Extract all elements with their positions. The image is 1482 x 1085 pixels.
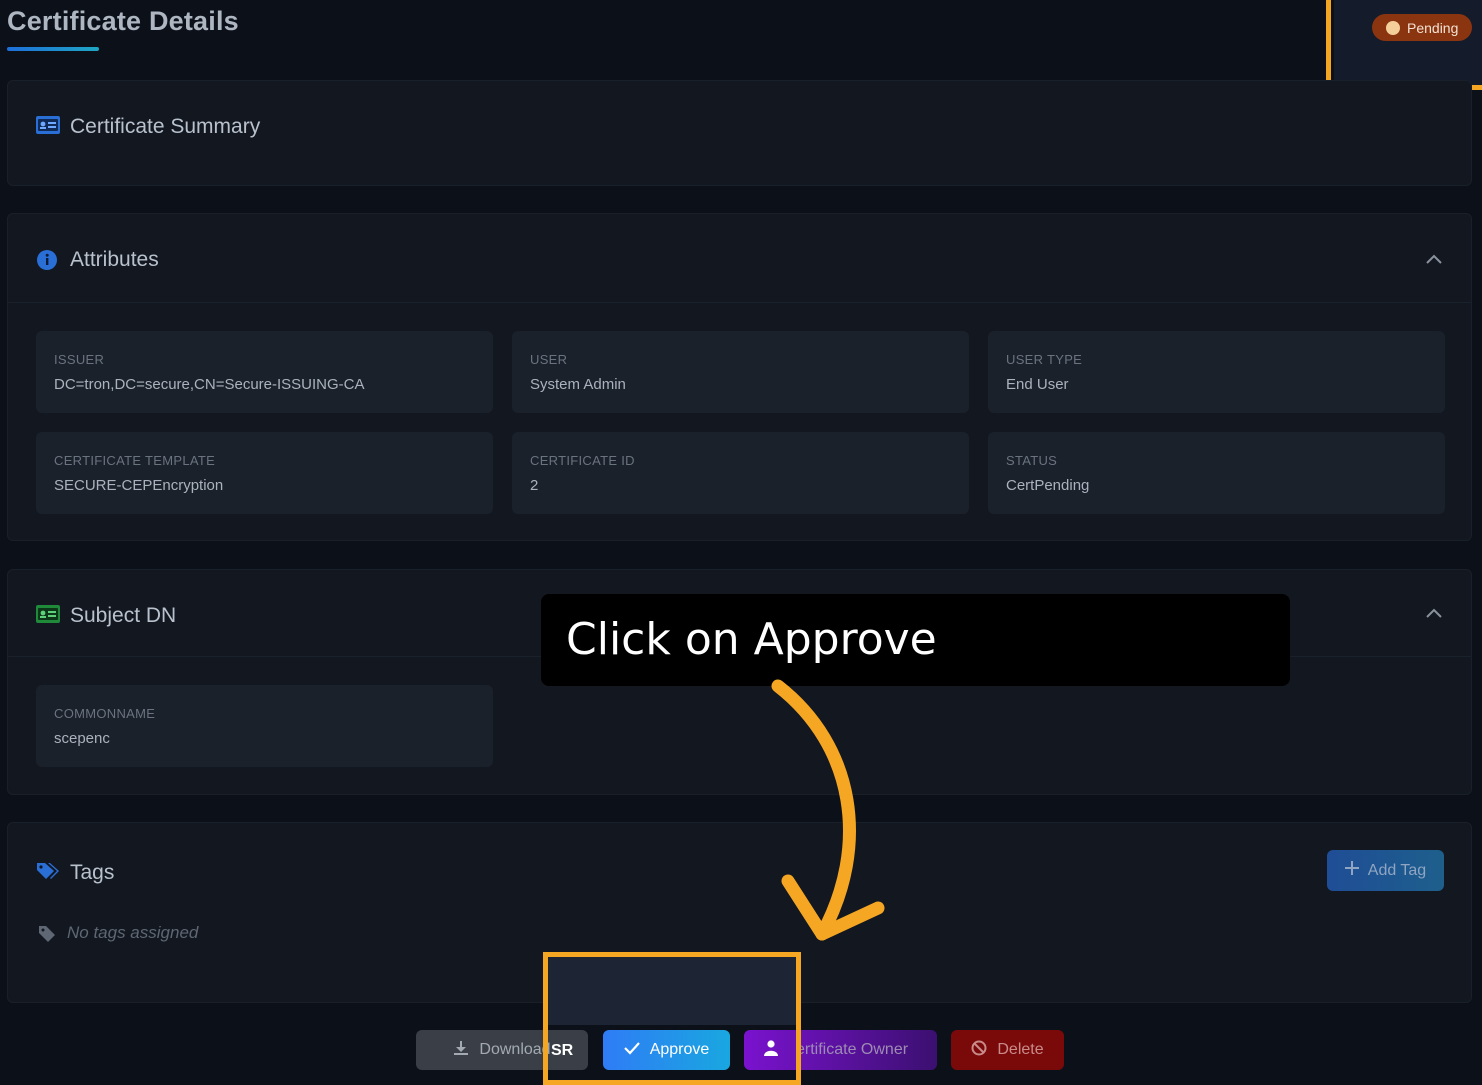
attributes-divider	[8, 302, 1471, 303]
tags-icon	[36, 861, 60, 886]
approve-highlight-box	[543, 952, 801, 1085]
tutorial-tooltip: Click on Approve	[541, 594, 1290, 686]
field-value: 2	[530, 477, 539, 494]
attributes-title: Attributes	[70, 248, 159, 271]
field-label: ISSUER	[54, 352, 105, 367]
field-certificate-template: CERTIFICATE TEMPLATE SECURE-CEPEncryptio…	[36, 432, 493, 514]
download-icon	[453, 1040, 469, 1061]
field-value: SECURE-CEPEncryption	[54, 477, 224, 494]
field-label: STATUS	[1006, 453, 1058, 468]
field-label: USER TYPE	[1006, 352, 1083, 367]
field-value: System Admin	[530, 376, 626, 393]
id-card-icon	[36, 605, 60, 628]
subject-dn-title: Subject DN	[70, 604, 177, 627]
field-value: End User	[1006, 376, 1069, 393]
field-value: scepenc	[54, 730, 110, 747]
no-tags-text: No tags assigned	[67, 923, 199, 942]
id-card-icon	[36, 116, 60, 139]
delete-button[interactable]: Delete	[951, 1030, 1064, 1070]
attributes-card: Attributes ISSUER DC=tron,DC=secure,CN=S…	[7, 213, 1472, 541]
tutorial-arrow-icon	[771, 679, 885, 941]
field-certificate-id: CERTIFICATE ID 2	[512, 432, 969, 514]
certificate-summary-title: Certificate Summary	[70, 115, 261, 138]
add-tag-button[interactable]: Add Tag	[1327, 850, 1444, 891]
tag-icon	[38, 925, 56, 948]
info-circle-icon	[36, 249, 58, 276]
add-tag-label: Add Tag	[1367, 861, 1427, 879]
page-title: Certificate Details	[7, 6, 239, 36]
download-label-suffix: SR	[551, 1042, 574, 1059]
field-value: CertPending	[1006, 477, 1090, 494]
certificate-summary-card: Certificate Summary	[7, 80, 1472, 186]
title-underline	[7, 47, 99, 51]
field-status: STATUS CertPending	[988, 432, 1445, 514]
ban-icon	[971, 1040, 987, 1061]
plus-icon	[1344, 861, 1359, 880]
delete-label: Delete	[997, 1041, 1044, 1058]
field-label: USER	[530, 352, 568, 367]
chevron-up-icon[interactable]	[1425, 606, 1443, 624]
field-user-type: USER TYPE End User	[988, 331, 1445, 413]
certificate-owner-label: ertificate Owner	[796, 1041, 909, 1058]
field-label: COMMONNAME	[54, 706, 156, 721]
field-label: CERTIFICATE ID	[530, 453, 635, 468]
status-highlight-box	[1326, 0, 1482, 90]
field-issuer: ISSUER DC=tron,DC=secure,CN=Secure-ISSUI…	[36, 331, 493, 413]
chevron-up-icon[interactable]	[1425, 252, 1443, 270]
field-value: DC=tron,DC=secure,CN=Secure-ISSUING-CA	[54, 376, 365, 393]
download-label: Download	[479, 1041, 551, 1058]
field-commonname: COMMONNAME scepenc	[36, 685, 493, 767]
field-user: USER System Admin	[512, 331, 969, 413]
tags-title: Tags	[70, 861, 115, 884]
field-label: CERTIFICATE TEMPLATE	[54, 453, 216, 468]
